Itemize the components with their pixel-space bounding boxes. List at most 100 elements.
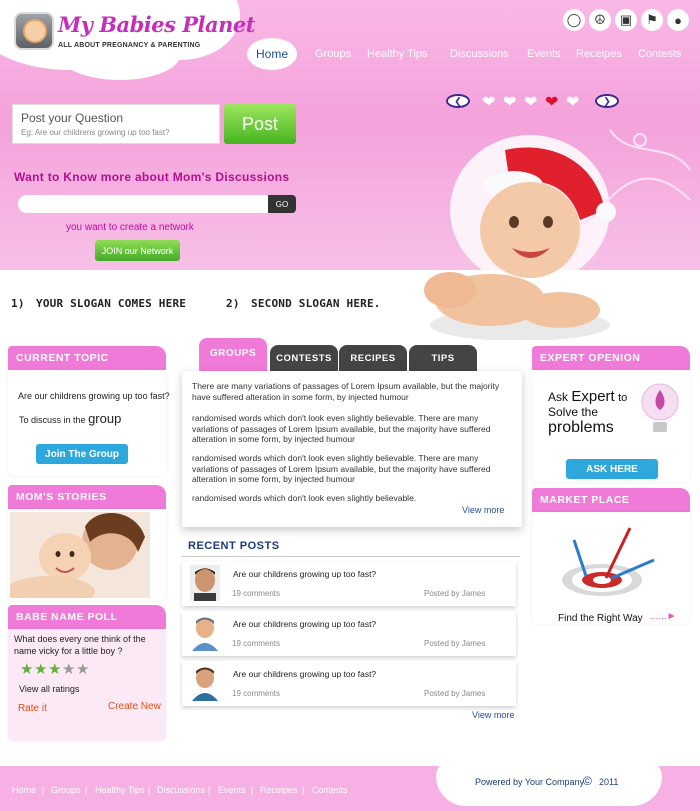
- footer-separator: |: [302, 785, 305, 795]
- star-icon-empty[interactable]: ★: [62, 660, 75, 678]
- solve-line: Solve the: [548, 405, 599, 419]
- recent-posts-heading: RECENT POSTS: [188, 540, 280, 552]
- slider-dot-heart-icon[interactable]: ❤: [524, 92, 537, 112]
- nav-discussions[interactable]: Discussions: [450, 48, 509, 60]
- market-dots: ......: [650, 611, 667, 622]
- tab-recipes[interactable]: RECIPES: [339, 345, 407, 371]
- arrow-right-icon[interactable]: ......►: [650, 611, 677, 622]
- nav-groups[interactable]: Groups: [315, 48, 351, 60]
- question-input[interactable]: Post your Question Eg: Are our childrens…: [12, 104, 220, 144]
- baby-face-icon: [23, 19, 47, 43]
- poll-question: What does every one think of the name vi…: [14, 634, 146, 656]
- ask-here-button[interactable]: ASK HERE: [566, 459, 658, 479]
- discussions-search-input[interactable]: [18, 195, 270, 213]
- discussions-heading: Want to Know more about Mom's Discussion…: [14, 170, 290, 184]
- content-paragraph: randomised words which don't look even s…: [192, 413, 491, 445]
- rate-it-link[interactable]: Rate it: [18, 703, 47, 714]
- nav-healthy-tips[interactable]: Healthy Tips: [367, 48, 428, 60]
- darts-target-image[interactable]: [546, 518, 672, 610]
- peace-icon[interactable]: ☮: [589, 9, 611, 31]
- footer-separator: |: [208, 785, 211, 795]
- question-hint: Eg: Are our childrens growing up too fas…: [21, 128, 170, 137]
- post-author: Posted by James: [424, 589, 486, 598]
- mother-baby-image[interactable]: [10, 512, 150, 598]
- bulb-icon[interactable]: ◯: [563, 9, 585, 31]
- footer-link-healthy-tips[interactable]: Healthy Tips: [95, 785, 145, 795]
- moms-stories-heading: MOM'S STORIES: [8, 485, 166, 509]
- go-button[interactable]: GO: [268, 195, 296, 213]
- post-title[interactable]: Are our childrens growing up too fast?: [233, 569, 376, 579]
- nav-events[interactable]: Events: [527, 48, 561, 60]
- footer-link-groups[interactable]: Groups: [51, 785, 81, 795]
- footer-separator: |: [42, 785, 45, 795]
- content-paragraph: There are many variations of passages of…: [192, 381, 500, 402]
- post-comments[interactable]: 19 comments: [232, 639, 280, 648]
- lock-icon[interactable]: ▣: [615, 9, 637, 31]
- post-button[interactable]: Post: [224, 104, 296, 144]
- cloud-decoration: [60, 30, 180, 80]
- footer-separator: |: [148, 785, 151, 795]
- globe-icon[interactable]: ●: [667, 9, 689, 31]
- slider-dot-heart-icon[interactable]: ❤: [482, 92, 495, 112]
- post-title[interactable]: Are our childrens growing up too fast?: [233, 619, 376, 629]
- baby-hero-image: [424, 147, 616, 340]
- network-text: you want to create a network: [66, 222, 194, 233]
- footer-link-discussions[interactable]: Discussions: [157, 785, 205, 795]
- footer-link-contests[interactable]: Contests: [312, 785, 348, 795]
- avatar: [192, 667, 218, 701]
- slider-dot-heart-icon-active[interactable]: ❤: [545, 92, 558, 112]
- discuss-prefix: To discuss in the: [19, 415, 86, 425]
- post-title[interactable]: Are our childrens growing up too fast?: [233, 669, 376, 679]
- footer-separator: |: [251, 785, 254, 795]
- post-author: Posted by James: [424, 639, 486, 648]
- footer-link-home[interactable]: Home: [12, 785, 36, 795]
- slider-dot-heart-icon[interactable]: ❤: [503, 92, 516, 112]
- copyright-icon: ©: [583, 774, 592, 788]
- bulb-icon: [641, 383, 679, 432]
- flag-icon[interactable]: ⚑: [641, 9, 663, 31]
- current-topic-question[interactable]: Are our childrens growing up too fast?: [18, 391, 170, 401]
- ask-line: Ask Expert to: [548, 388, 627, 405]
- post-author: Posted by James: [424, 689, 486, 698]
- nav-contests[interactable]: Contests: [638, 48, 681, 60]
- footer-link-receipes[interactable]: Receipes: [260, 785, 298, 795]
- recent-post-row[interactable]: Are our childrens growing up too fast? 1…: [182, 611, 516, 656]
- view-more-posts-link[interactable]: View more: [472, 710, 514, 720]
- powered-by-text[interactable]: Powered by Your Company: [475, 777, 584, 787]
- nav-home[interactable]: Home: [247, 38, 297, 70]
- problems-line: problems: [548, 419, 614, 436]
- question-label: Post your Question: [21, 111, 124, 125]
- current-topic-heading: CURRENT TOPIC: [8, 346, 166, 370]
- logo-icon[interactable]: [14, 12, 54, 50]
- tab-contests[interactable]: CONTESTS: [270, 345, 338, 371]
- ask-word: Ask: [548, 390, 569, 404]
- recent-post-row[interactable]: Are our childrens growing up too fast? 1…: [182, 561, 516, 606]
- chevron-left-icon[interactable]: ❮: [446, 94, 470, 108]
- view-all-ratings-link[interactable]: View all ratings: [19, 684, 79, 694]
- chevron-right-icon[interactable]: ❯: [595, 94, 619, 108]
- join-group-button[interactable]: Join The Group: [36, 444, 128, 464]
- footer-link-events[interactable]: Events: [218, 785, 246, 795]
- nav-receipes[interactable]: Receipes: [576, 48, 622, 60]
- slider-dot-heart-icon[interactable]: ❤: [566, 92, 579, 112]
- slogan-number-2: 2): [226, 297, 240, 310]
- join-network-button[interactable]: JOIN our Network: [95, 240, 180, 261]
- star-icon-filled[interactable]: ★: [20, 660, 33, 678]
- star-icon-filled[interactable]: ★: [34, 660, 47, 678]
- tab-groups[interactable]: GROUPS: [199, 338, 267, 371]
- logo-title[interactable]: My Babies Planet: [58, 12, 255, 37]
- current-topic-discuss: To discuss in the group: [19, 411, 121, 426]
- create-new-link[interactable]: Create New: [108, 701, 161, 712]
- recent-post-row[interactable]: Are our childrens growing up too fast? 1…: [182, 661, 516, 706]
- star-icon-empty[interactable]: ★: [76, 660, 89, 678]
- post-comments[interactable]: 19 comments: [232, 589, 280, 598]
- slogan-1: YOUR SLOGAN COMES HERE: [36, 297, 187, 310]
- tab-tips[interactable]: TIPS: [409, 345, 477, 371]
- slogan-2: SECOND SLOGAN HERE.: [251, 297, 381, 310]
- view-more-link[interactable]: View more: [462, 505, 504, 515]
- market-place-heading: MARKET PLACE: [532, 488, 690, 512]
- star-icon-filled[interactable]: ★: [48, 660, 61, 678]
- post-comments[interactable]: 19 comments: [232, 689, 280, 698]
- footer-separator: |: [85, 785, 88, 795]
- copyright-year: 2011: [599, 777, 619, 787]
